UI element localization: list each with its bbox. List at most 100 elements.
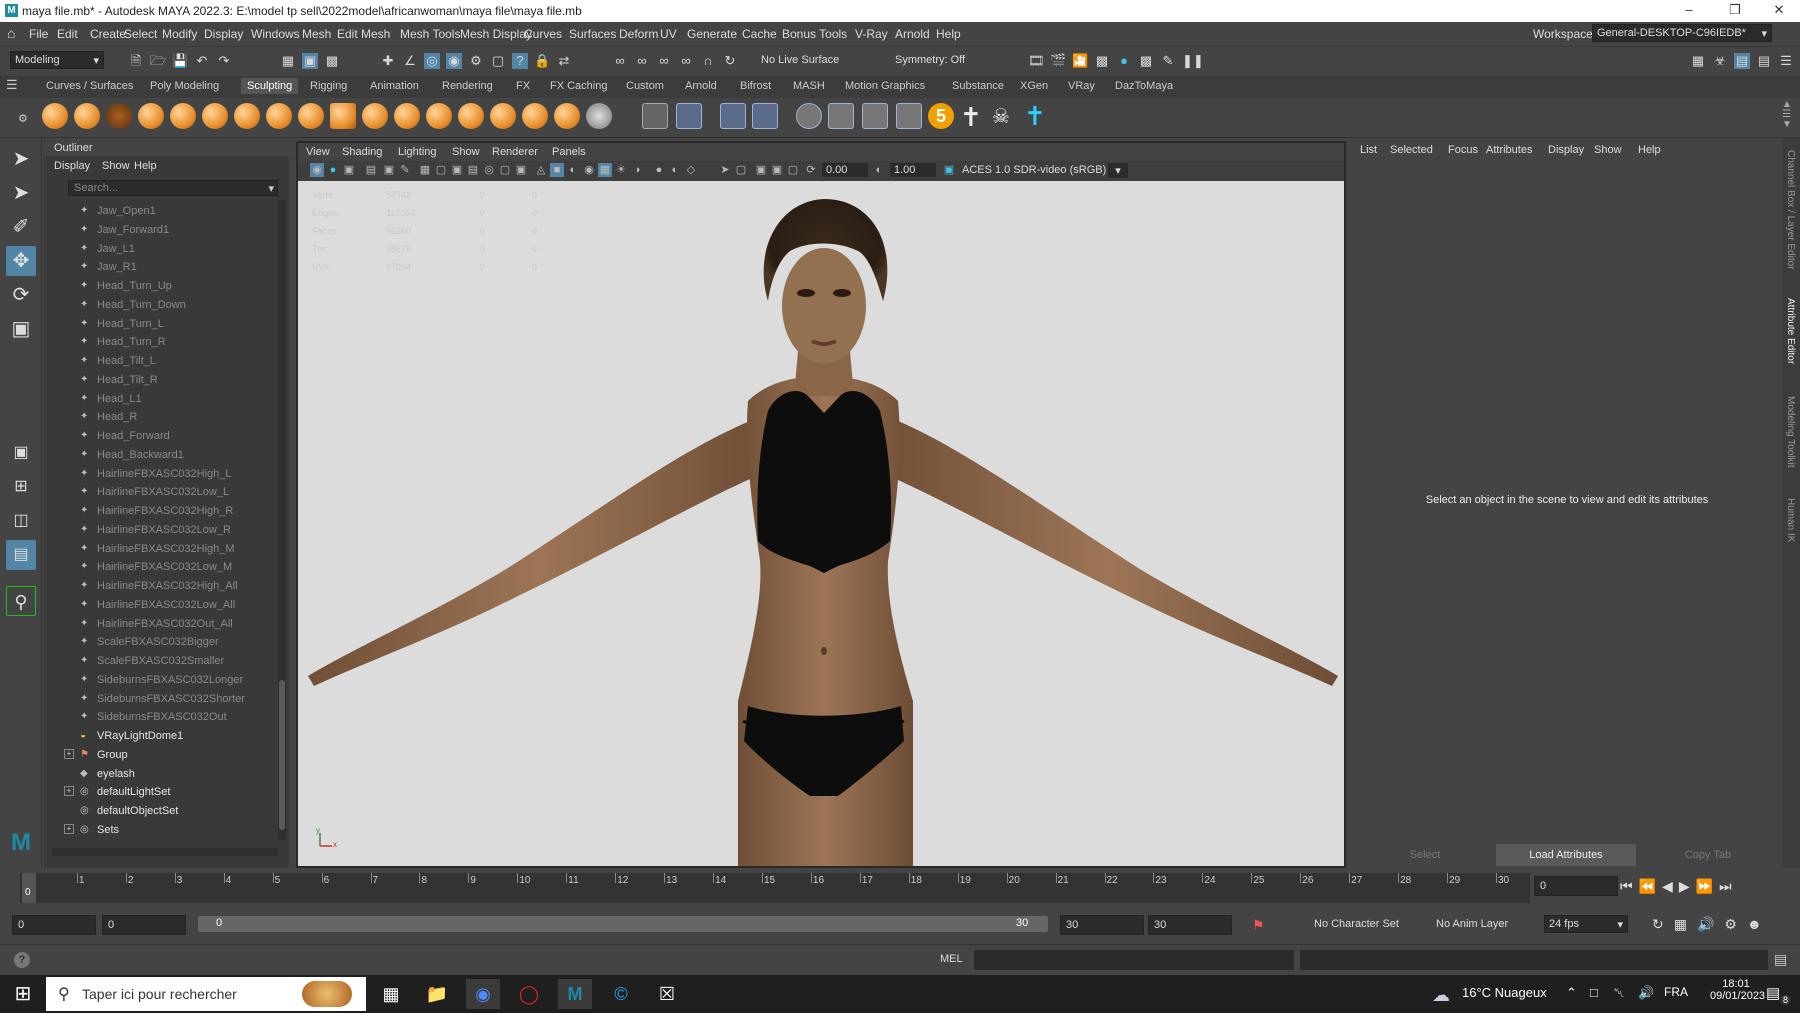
clock[interactable]: 18:01 09/01/2023 xyxy=(1710,978,1765,1002)
character-model[interactable] xyxy=(298,181,1344,866)
uv-editor-icon[interactable] xyxy=(828,103,854,129)
outliner-row[interactable]: ✦ Jaw_L1 xyxy=(44,240,276,258)
attr-menu-focus[interactable]: Focus xyxy=(1448,144,1478,156)
ipr-render-icon[interactable]: 🎦 xyxy=(1072,53,1088,69)
grease-pencil-icon[interactable]: ✎ xyxy=(398,163,412,177)
reflection-icon[interactable]: ∞ xyxy=(678,53,694,69)
outliner-row[interactable]: ✦ Head_Turn_R xyxy=(44,333,276,351)
menu-bonus-tools[interactable]: Bonus Tools xyxy=(782,27,847,41)
make-live-icon[interactable]: ⚙ xyxy=(468,53,484,69)
time-ruler[interactable]: 1 2 3 4 5 6 7 8 9 10 11 12 13 14 15 16 17 18 19 20 21 22 23 24 2… xyxy=(20,873,1530,903)
outliner-row[interactable]: ✦ SideburnsFBXASC032Shorter xyxy=(44,690,276,708)
outliner-row[interactable]: ✦ Head_Tilt_R xyxy=(44,371,276,389)
outliner-row[interactable]: ✦ Head_Turn_Down xyxy=(44,296,276,314)
step-back-key-icon[interactable]: ⏪ xyxy=(1639,878,1662,894)
gate-mask-icon[interactable]: ▤ xyxy=(466,163,480,177)
shelf-tab-rigging[interactable]: Rigging xyxy=(310,80,347,92)
menu-mesh[interactable]: Mesh xyxy=(302,27,331,41)
tab-modeling-toolkit[interactable]: Modeling Toolkit xyxy=(1785,396,1796,468)
anim-prefs-icon[interactable]: ⚙ xyxy=(1724,916,1747,932)
amplify-tool-icon[interactable] xyxy=(554,103,580,129)
mesh-layer-icon[interactable] xyxy=(676,103,702,129)
character-icon[interactable]: ☻ xyxy=(1747,916,1772,932)
human-ik-icon[interactable]: ☣ xyxy=(1712,53,1728,69)
task-view-icon[interactable]: ▦ xyxy=(374,979,408,1009)
flatten-tool-icon[interactable] xyxy=(202,103,228,129)
move-tool-icon[interactable]: ✥ xyxy=(6,246,36,276)
save-scene-icon[interactable]: 💾 xyxy=(172,53,188,69)
hypershade-icon[interactable]: ▩ xyxy=(1138,53,1154,69)
color-space-label[interactable]: ACES 1.0 SDR-video (sRGB) xyxy=(962,164,1106,176)
outliner-row[interactable]: ◒ VRayLightDome1 xyxy=(44,727,276,745)
menu-mesh-display[interactable]: Mesh Display xyxy=(460,27,532,41)
shelf-tab-rendering[interactable]: Rendering xyxy=(442,80,493,92)
shelf-menu-icon[interactable]: ☰ xyxy=(6,77,18,93)
copy-tab-button[interactable]: Copy Tab xyxy=(1638,844,1778,866)
ambient-occlusion-icon[interactable]: ● xyxy=(652,163,666,177)
close-button[interactable]: ✕ xyxy=(1756,0,1800,22)
attr-menu-list[interactable]: List xyxy=(1360,144,1377,156)
outliner-row[interactable]: ✦ Jaw_Open1 xyxy=(44,202,276,220)
shelf-tab-poly-modeling[interactable]: Poly Modeling xyxy=(150,80,219,92)
network-icon[interactable]: □ xyxy=(1590,985,1598,1000)
resolution-gate-icon[interactable]: ▣ xyxy=(450,163,464,177)
auto-key-icon[interactable]: ⚑ xyxy=(1252,917,1265,934)
shelf-tab-animation[interactable]: Animation xyxy=(370,80,419,92)
repeat-tool-icon[interactable] xyxy=(298,103,324,129)
shelf-tab-xgen[interactable]: XGen xyxy=(1020,80,1048,92)
menu-arnold[interactable]: Arnold xyxy=(895,27,930,41)
play-icon[interactable]: ▶ xyxy=(1679,878,1696,894)
outliner-layout-icon[interactable]: ▤ xyxy=(6,540,36,570)
grab-tool-icon[interactable] xyxy=(138,103,164,129)
outliner-row[interactable]: ✦ HairlineFBXASC032Out_All xyxy=(44,615,276,633)
badge-5-icon[interactable]: 5 xyxy=(928,103,954,129)
step-forward-key-icon[interactable]: ⏩ xyxy=(1696,878,1719,894)
live-surface-field[interactable]: No Live Surface xyxy=(761,54,839,66)
scale-tool-icon[interactable]: ▣ xyxy=(6,314,36,344)
outliner-row[interactable]: ✦ Head_L1 xyxy=(44,390,276,408)
range-slider-bar[interactable] xyxy=(198,916,1048,932)
attr-menu-help[interactable]: Help xyxy=(1638,144,1661,156)
load-attributes-button[interactable]: Load Attributes xyxy=(1496,844,1636,866)
bookmarks-icon[interactable]: ▣ xyxy=(342,163,356,177)
isolate-select-icon[interactable]: ➤ xyxy=(718,163,732,177)
scroll-thumb[interactable] xyxy=(279,680,285,830)
viewport-menu-lighting[interactable]: Lighting xyxy=(398,146,437,158)
sculpt-transfer-icon[interactable] xyxy=(896,103,922,129)
outliner-row[interactable]: ✦ HairlineFBXASC032High_R xyxy=(44,502,276,520)
shadows-icon[interactable]: ◑ xyxy=(630,163,644,177)
taskbar-search-input[interactable]: ⚲ Taper ici pour rechercher xyxy=(46,977,366,1011)
outliner-horizontal-scrollbar[interactable] xyxy=(52,848,278,856)
loop-icon[interactable]: ↻ xyxy=(1652,916,1674,932)
shelf-tab-fx-caching[interactable]: FX Caching xyxy=(550,80,607,92)
soft-select-icon[interactable]: ∞ xyxy=(656,53,672,69)
playback-end-field[interactable]: 30 xyxy=(1060,915,1144,935)
restore-button[interactable]: ❐ xyxy=(1712,0,1758,22)
grid-icon[interactable]: ▦ xyxy=(418,163,432,177)
smooth-tool-icon[interactable] xyxy=(74,103,100,129)
tab-human-ik[interactable]: Human IK xyxy=(1785,498,1796,542)
expand-icon[interactable]: + xyxy=(64,748,74,759)
outliner-row[interactable]: ✦ Jaw_R1 xyxy=(44,258,276,276)
attribute-editor-icon[interactable]: ▤ xyxy=(1734,53,1750,69)
minimize-button[interactable]: – xyxy=(1666,0,1712,22)
outliner-row[interactable]: + ⚑ Group xyxy=(44,746,276,764)
attr-menu-selected[interactable]: Selected xyxy=(1390,144,1433,156)
snap-curve-icon[interactable]: ∠ xyxy=(402,53,418,69)
outliner-row[interactable]: + ◎ Sets xyxy=(44,821,276,839)
shelf-tab-curves-surfaces[interactable]: Curves / Surfaces xyxy=(46,80,133,92)
package-app-icon[interactable]: ☒ xyxy=(650,979,684,1009)
wireframe-icon[interactable]: ◬ xyxy=(534,163,548,177)
select-camera-icon[interactable]: ◉ xyxy=(310,163,324,177)
symmetry-field[interactable]: Symmetry: Off xyxy=(895,54,965,66)
select-component-icon[interactable]: ▩ xyxy=(324,53,340,69)
persp-outliner-icon[interactable]: ◫ xyxy=(6,506,36,536)
notification-icon[interactable]: ▤ xyxy=(1766,984,1780,1002)
select-tool-icon[interactable]: ➤ xyxy=(6,144,36,174)
tray-chevron-icon[interactable]: ⌃ xyxy=(1566,985,1577,1001)
gamma-field[interactable]: 1.00 xyxy=(890,163,936,177)
outliner-row[interactable]: ✦ HairlineFBXASC032Low_L xyxy=(44,483,276,501)
outliner-row[interactable]: ✦ ScaleFBXASC032Smaller xyxy=(44,652,276,670)
viewport-menu-panels[interactable]: Panels xyxy=(552,146,586,158)
menu-v-ray[interactable]: V-Ray xyxy=(855,27,888,41)
